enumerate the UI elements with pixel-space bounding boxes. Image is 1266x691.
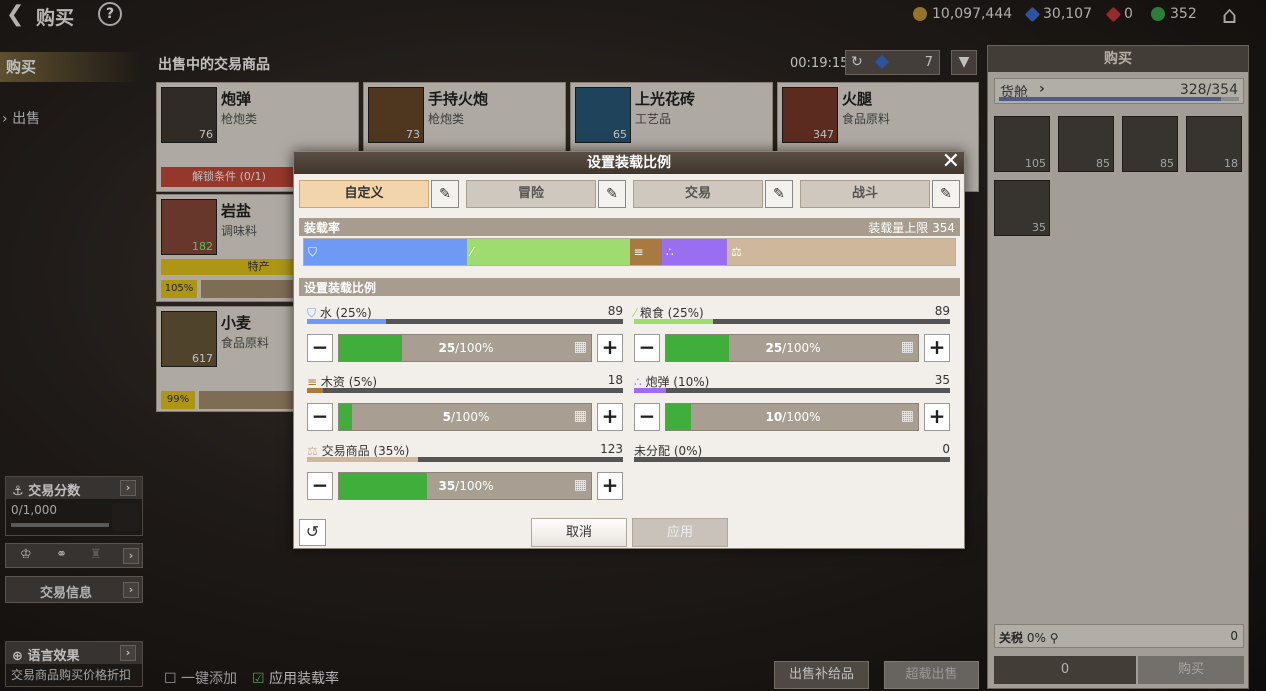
tab-adventure[interactable]: 冒险: [466, 180, 596, 208]
cannonball-icon: ∴: [666, 245, 674, 259]
apply-button[interactable]: 应用: [632, 518, 728, 547]
ratio-slider[interactable]: 35/100% ▦: [338, 472, 592, 500]
minus-button[interactable]: −: [634, 403, 660, 431]
close-icon[interactable]: ✕: [942, 151, 960, 173]
ratio-value: 25/100%: [765, 341, 821, 355]
category-row: ⚖ 交易商品 (35%) 123: [307, 442, 623, 462]
ratio-slider[interactable]: 25/100% ▦: [665, 334, 919, 362]
category-label: 粮食 (25%): [639, 306, 704, 320]
category-label: 炮弹 (10%): [645, 375, 710, 389]
category-label: 木资 (5%): [320, 375, 378, 389]
ratio-stepper: − 25/100% ▦ +: [307, 334, 623, 362]
calculator-icon[interactable]: ▦: [574, 477, 587, 493]
load-rate-bar: ⛉ ⁄ ≡ ∴ ⚖: [303, 238, 956, 266]
category-amount: 89: [607, 304, 623, 318]
edit-pencil-icon[interactable]: ✎: [598, 180, 626, 208]
ratio-value: 25/100%: [438, 341, 494, 355]
tab-trade[interactable]: 交易: [633, 180, 763, 208]
ratio-stepper: − 35/100% ▦ +: [307, 472, 623, 500]
plus-button[interactable]: +: [924, 334, 950, 362]
tab-custom[interactable]: 自定义: [299, 180, 429, 208]
category-row: ≡ 木资 (5%) 18: [307, 373, 623, 393]
tab-battle[interactable]: 战斗: [800, 180, 930, 208]
reset-icon[interactable]: ↺: [299, 519, 326, 546]
plus-button[interactable]: +: [597, 334, 623, 362]
minus-button[interactable]: −: [307, 334, 333, 362]
load-segment: ⛉: [304, 239, 467, 265]
water-icon: ⛉: [308, 245, 318, 259]
category-amount: 0: [942, 442, 950, 456]
category-label-row: 未分配 (0%) 0: [634, 442, 950, 458]
trade-goods-icon: ⚖: [731, 245, 742, 259]
category-label-row: ⚖ 交易商品 (35%) 123: [307, 442, 623, 458]
category-label-row: ⛉ 水 (25%) 89: [307, 304, 623, 320]
calculator-icon[interactable]: ▦: [901, 339, 914, 355]
load-segment: ∴: [662, 239, 728, 265]
ratio-slider[interactable]: 10/100% ▦: [665, 403, 919, 431]
calculator-icon[interactable]: ▦: [901, 408, 914, 424]
category-row: ⛉ 水 (25%) 89: [307, 304, 623, 324]
category-label: 未分配 (0%): [634, 444, 703, 458]
category-label-row: ∴ 炮弹 (10%) 35: [634, 373, 950, 389]
wood-icon: ≡: [307, 375, 321, 389]
category-row: 未分配 (0%) 0: [634, 442, 950, 462]
ratio-stepper: − 10/100% ▦ +: [634, 403, 950, 431]
dialog-title: 设置装载比例 ✕: [294, 151, 964, 174]
load-rate-header: 装载率 装载量上限 354: [299, 218, 960, 236]
category-row: ∴ 炮弹 (10%) 35: [634, 373, 950, 393]
minus-button[interactable]: −: [634, 334, 660, 362]
plus-button[interactable]: +: [597, 403, 623, 431]
grain-icon: ⁄: [470, 245, 473, 259]
calculator-icon[interactable]: ▦: [574, 408, 587, 424]
load-ratio-dialog: 设置装载比例 ✕ 自定义 ✎ 冒险 ✎ 交易 ✎ 战斗 ✎ 装载率 装载量上限 …: [293, 151, 965, 549]
ratio-value: 5/100%: [442, 410, 490, 424]
ratio-slider[interactable]: 5/100% ▦: [338, 403, 592, 431]
category-label-row: ≡ 木资 (5%) 18: [307, 373, 623, 389]
edit-pencil-icon[interactable]: ✎: [431, 180, 459, 208]
wood-icon: ≡: [633, 245, 644, 259]
calculator-icon[interactable]: ▦: [574, 339, 587, 355]
cannonball-icon: ∴: [634, 375, 646, 389]
ratio-value: 35/100%: [438, 479, 494, 493]
category-amount: 35: [934, 373, 950, 387]
category-amount: 123: [600, 442, 623, 456]
ratio-value: 10/100%: [765, 410, 821, 424]
plus-button[interactable]: +: [924, 403, 950, 431]
category-amount: 18: [607, 373, 623, 387]
load-segment: ≡: [629, 239, 663, 265]
trade-goods-icon: ⚖: [307, 444, 322, 458]
water-icon: ⛉: [307, 306, 320, 320]
minus-button[interactable]: −: [307, 403, 333, 431]
category-label: 水 (25%): [319, 306, 372, 320]
edit-pencil-icon[interactable]: ✎: [932, 180, 960, 208]
ratio-stepper: − 25/100% ▦ +: [634, 334, 950, 362]
category-label-row: ⁄ 粮食 (25%) 89: [634, 304, 950, 320]
ratio-slider[interactable]: 25/100% ▦: [338, 334, 592, 362]
load-segment: ⁄: [466, 239, 630, 265]
load-segment: ⚖: [727, 239, 955, 265]
ratio-stepper: − 5/100% ▦ +: [307, 403, 623, 431]
plus-button[interactable]: +: [597, 472, 623, 500]
category-amount: 89: [934, 304, 950, 318]
cancel-button[interactable]: 取消: [531, 518, 627, 547]
edit-pencil-icon[interactable]: ✎: [765, 180, 793, 208]
settings-header: 设置装载比例: [299, 278, 960, 296]
category-label: 交易商品 (35%): [321, 444, 410, 458]
minus-button[interactable]: −: [307, 472, 333, 500]
category-row: ⁄ 粮食 (25%) 89: [634, 304, 950, 324]
